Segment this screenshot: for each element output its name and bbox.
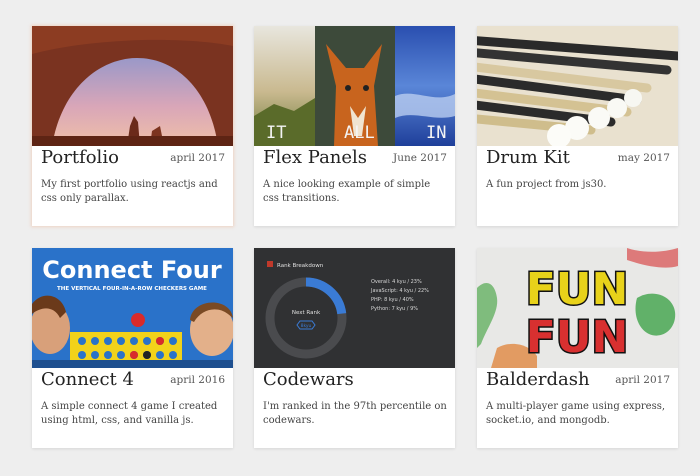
project-title: Portfolio [41,147,119,168]
project-description: A fun project from js30. [486,179,607,190]
project-description: My first portfolio using reactjs and css… [41,179,218,204]
rank-breakdown-icon [267,261,273,267]
widget-heading: Rank Breakdown [277,263,324,269]
stat-overall: Overall: 4 kyu / 23% [371,279,422,285]
drum-kit-thumbnail [477,26,678,146]
box-title: Connect Four [42,256,222,284]
next-rank-label: Next Rank [292,310,321,316]
project-title: Codewars [263,369,354,390]
project-card-codewars[interactable]: Rank Breakdown Next Rank 8kyu Overall: 4… [254,248,455,448]
project-date: april 2017 [615,374,670,386]
project-date: June 2017 [392,152,447,164]
codewars-thumbnail: Rank Breakdown Next Rank 8kyu Overall: 4… [254,248,455,368]
project-card-flex-panels[interactable]: IT ALL IN Flex Panels June 2017 A nice l… [254,26,455,226]
box-subtitle: THE VERTICAL FOUR-IN-A-ROW CHECKERS GAME [57,286,207,292]
project-date: april 2016 [170,374,225,386]
stat-python: Python: 7 kyu / 9% [371,306,418,312]
project-date: april 2017 [170,152,225,164]
art-text-bottom: FUN [526,312,629,363]
project-title: Connect 4 [41,369,134,390]
project-description: A simple connect 4 game I created using … [41,401,218,426]
project-title: Drum Kit [486,147,570,168]
art-text-top: FUN [526,264,629,315]
project-card-portfolio[interactable]: Portfolio april 2017 My first portfolio … [32,26,233,226]
project-date: may 2017 [617,152,670,164]
project-card-balderdash[interactable]: FUN FUN Balderdash april 2017 A multi-pl… [477,248,678,448]
flex-panels-thumbnail: IT ALL IN [254,26,455,146]
portfolio-thumbnail [32,26,233,146]
project-card-drum-kit[interactable]: Drum Kit may 2017 A fun project from js3… [477,26,678,226]
panel-label-in: IN [426,123,446,143]
panel-label-it: IT [266,123,286,143]
balderdash-thumbnail: FUN FUN [477,248,678,368]
project-title: Flex Panels [263,147,368,168]
stat-javascript: JavaScript: 4 kyu / 22% [370,288,429,294]
project-card-connect-4[interactable]: Connect Four THE VERTICAL FOUR-IN-A-ROW … [32,248,233,448]
connect-4-thumbnail: Connect Four THE VERTICAL FOUR-IN-A-ROW … [32,248,233,368]
panel-label-all: ALL [344,123,375,143]
project-title: Balderdash [486,369,590,390]
project-description: A nice looking example of simple css tra… [263,179,431,204]
stat-php: PHP: 8 kyu / 40% [371,297,414,303]
project-description: I'm ranked in the 97th percentile on cod… [263,401,447,426]
rank-badge-label: 8kyu [301,323,312,329]
project-description: A multi-player game using express, socke… [486,401,666,426]
